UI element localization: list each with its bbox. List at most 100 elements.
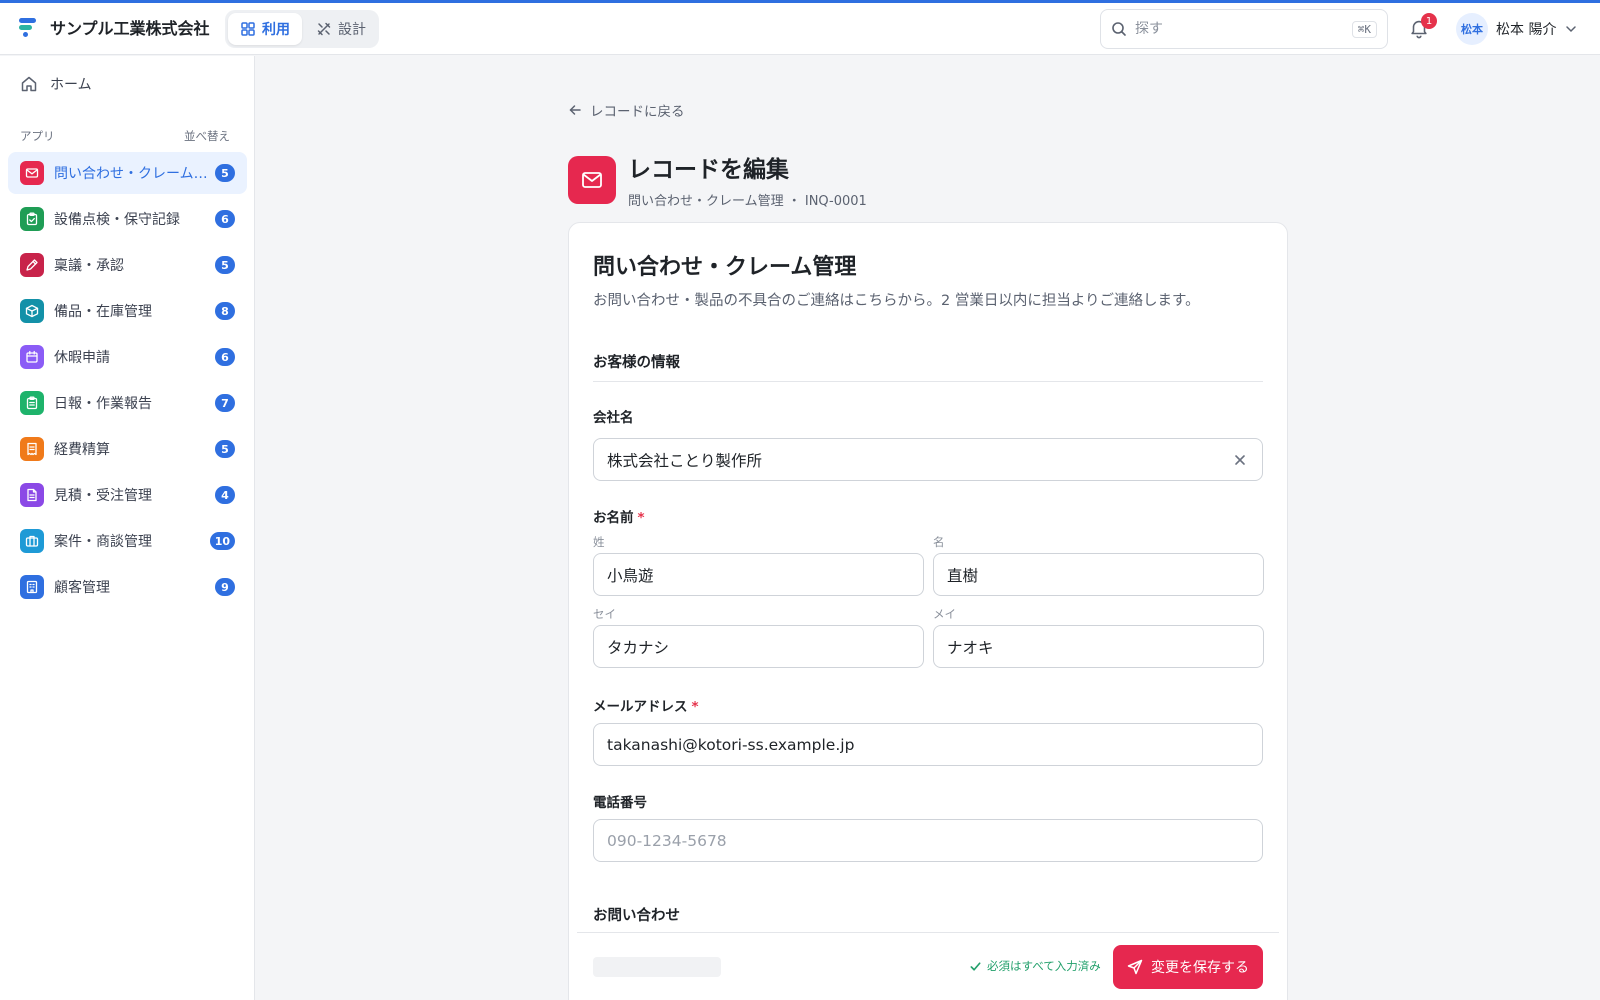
- last-kana-field[interactable]: [593, 625, 924, 668]
- mode-use-button[interactable]: 利用: [228, 13, 302, 45]
- notification-count-badge: 1: [1421, 13, 1437, 29]
- sidebar-app-count: 6: [215, 210, 235, 228]
- app-list: 問い合わせ・クレーム管理 5 設備点検・保守記録 6 稟議・承認 5 備品・在庫管理 8 休暇申…: [8, 152, 247, 612]
- search-box[interactable]: ⌘K: [1100, 9, 1388, 49]
- sidebar-app-label: 顧客管理: [54, 580, 110, 596]
- page-subtitle: 問い合わせ・クレーム管理 ・ INQ-0001: [628, 194, 867, 209]
- brand-name: サンプル工業株式会社: [50, 19, 210, 38]
- email-field[interactable]: [593, 723, 1263, 766]
- sidebar-app-count: 5: [215, 164, 235, 182]
- last-kana-input[interactable]: [607, 637, 910, 656]
- avatar: 松本: [1456, 13, 1488, 45]
- home-label: ホーム: [50, 77, 92, 93]
- sidebar-app-label: 見積・受注管理: [54, 488, 152, 504]
- app-icon-badge: [20, 161, 44, 185]
- validation-status: 必須はすべて入力済み: [969, 958, 1101, 974]
- app-icon-badge: [20, 529, 44, 553]
- form-footer: 必須はすべて入力済み 変更を保存する: [577, 932, 1279, 1000]
- sidebar-home-link[interactable]: ホーム: [20, 74, 92, 94]
- search-input[interactable]: [1135, 21, 1344, 37]
- sidebar-app-item[interactable]: 日報・作業報告 7: [8, 382, 247, 424]
- app-icon-badge: [20, 391, 44, 415]
- app-icon-badge: [20, 253, 44, 277]
- pen-icon: [26, 259, 38, 271]
- sidebar-app-item[interactable]: 備品・在庫管理 8: [8, 290, 247, 332]
- sidebar-app-count: 6: [215, 348, 235, 366]
- sidebar-app-item[interactable]: 設備点検・保守記録 6: [8, 198, 247, 240]
- sidebar-app-item[interactable]: 案件・商談管理 10: [8, 520, 247, 562]
- user-menu[interactable]: 松本 松本 陽介: [1456, 13, 1578, 45]
- sidebar-app-item[interactable]: 休暇申請 6: [8, 336, 247, 378]
- form-card: 問い合わせ・クレーム管理 お問い合わせ・製品の不具合のご連絡はこちらから。2 営…: [568, 222, 1288, 1000]
- validation-status-text: 必須はすべて入力済み: [987, 959, 1101, 973]
- email-input[interactable]: [607, 735, 1249, 754]
- app-icon-badge: [20, 575, 44, 599]
- search-shortcut-badge: ⌘K: [1351, 20, 1377, 38]
- clear-icon[interactable]: [1231, 451, 1249, 469]
- sort-button[interactable]: 並べ替え: [184, 128, 230, 144]
- sidebar-app-count: 4: [215, 486, 235, 504]
- page-header: レコードを編集 問い合わせ・クレーム管理 ・ INQ-0001: [568, 150, 867, 209]
- save-changes-label: 変更を保存する: [1151, 960, 1249, 976]
- sidebar-app-item[interactable]: 問い合わせ・クレーム管理 5: [8, 152, 247, 194]
- mode-switch: 利用 設計: [225, 10, 379, 48]
- document-icon: [27, 488, 37, 502]
- sidebar-app-item[interactable]: 見積・受注管理 4: [8, 474, 247, 516]
- app-icon-badge: [20, 345, 44, 369]
- sidebar-app-label: 休暇申請: [54, 350, 110, 366]
- first-kana-input[interactable]: [947, 637, 1250, 656]
- tools-icon: [317, 22, 331, 36]
- app-icon-badge: [20, 207, 44, 231]
- sidebar-app-item[interactable]: 顧客管理 9: [8, 566, 247, 608]
- sidebar-app-count: 5: [215, 440, 235, 458]
- sidebar-app-count: 7: [215, 394, 235, 412]
- sidebar: ホーム アプリ 並べ替え 問い合わせ・クレーム管理 5 設備点検・保守記録 6 稟議・承…: [0, 56, 255, 1000]
- sidebar-app-item[interactable]: 経費精算 5: [8, 428, 247, 470]
- apps-heading: アプリ: [20, 129, 55, 143]
- notifications-button[interactable]: 1: [1408, 13, 1437, 41]
- company-label: 会社名: [593, 410, 634, 426]
- last-name-field[interactable]: [593, 553, 924, 596]
- form-description: お問い合わせ・製品の不具合のご連絡はこちらから。2 営業日以内に担当よりご連絡し…: [593, 293, 1200, 309]
- phone-field[interactable]: [593, 819, 1263, 862]
- sidebar-app-item[interactable]: 稟議・承認 5: [8, 244, 247, 286]
- company-input[interactable]: [607, 450, 1231, 469]
- user-name: 松本 陽介: [1496, 22, 1557, 38]
- save-changes-button[interactable]: 変更を保存する: [1113, 945, 1263, 989]
- page-title: レコードを編集: [628, 157, 789, 183]
- sidebar-app-label: 経費精算: [54, 442, 110, 458]
- first-kana-field[interactable]: [933, 625, 1264, 668]
- clipboard-list-icon: [26, 396, 38, 410]
- section-customer-title: お客様の情報: [593, 355, 680, 371]
- box-icon: [25, 304, 39, 318]
- section-divider: [593, 381, 1263, 382]
- phone-label: 電話番号: [593, 795, 647, 811]
- mail-icon: [25, 168, 39, 178]
- brand[interactable]: サンプル工業株式会社: [18, 15, 210, 39]
- sidebar-app-label: 稟議・承認: [54, 258, 124, 274]
- sidebar-app-label: 日報・作業報告: [54, 396, 152, 412]
- app-icon-badge: [20, 483, 44, 507]
- last-name-input[interactable]: [607, 565, 910, 584]
- top-bar: サンプル工業株式会社 利用 設計 ⌘K 1 松本: [0, 3, 1600, 55]
- sidebar-app-count: 5: [215, 256, 235, 274]
- first-name-input[interactable]: [947, 565, 1250, 584]
- arrow-left-icon: [569, 105, 581, 115]
- phone-input[interactable]: [607, 831, 1249, 850]
- calendar-icon: [26, 350, 38, 363]
- app-icon-badge: [20, 437, 44, 461]
- form-title: 問い合わせ・クレーム管理: [593, 255, 857, 280]
- send-icon: [1127, 959, 1143, 975]
- app-icon-badge: [20, 299, 44, 323]
- section-inquiry-title: お問い合わせ: [593, 908, 680, 924]
- first-name-field[interactable]: [933, 553, 1264, 596]
- back-to-record-link[interactable]: レコードに戻る: [568, 100, 685, 120]
- footer-placeholder: [593, 957, 721, 977]
- mode-use-label: 利用: [262, 22, 290, 38]
- receipt-icon: [27, 442, 37, 456]
- company-field[interactable]: [593, 438, 1263, 481]
- sidebar-app-label: 案件・商談管理: [54, 534, 152, 550]
- mode-design-button[interactable]: 設計: [304, 13, 378, 45]
- required-mark: *: [637, 510, 645, 526]
- sidebar-app-label: 問い合わせ・クレーム管理: [54, 166, 209, 182]
